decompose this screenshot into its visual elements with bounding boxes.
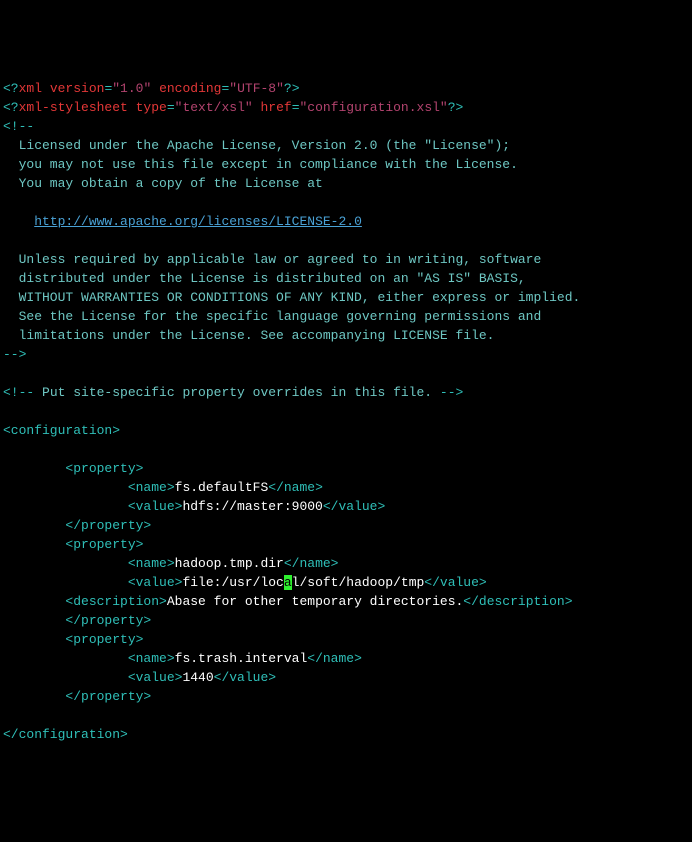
- license-line: Licensed under the Apache License, Versi…: [3, 138, 510, 153]
- pi-open: <?: [3, 100, 19, 115]
- property-close-tag: </property>: [65, 518, 151, 533]
- name-close-tag: </name>: [268, 480, 323, 495]
- indent: [3, 499, 128, 514]
- license-line: you may not use this file except in comp…: [3, 157, 518, 172]
- site-comment-body: Put site-specific property overrides in …: [34, 385, 440, 400]
- license-line: WITHOUT WARRANTIES OR CONDITIONS OF ANY …: [3, 290, 580, 305]
- license-line: limitations under the License. See accom…: [3, 328, 494, 343]
- property-open-tag: <property>: [65, 461, 143, 476]
- encoding-keyword: encoding: [151, 81, 221, 96]
- value-close-tag: </value>: [214, 670, 276, 685]
- prop-name: fs.trash.interval: [175, 651, 308, 666]
- indent: [3, 594, 65, 609]
- name-open-tag: <name>: [128, 556, 175, 571]
- indent: [3, 556, 128, 571]
- property-close-tag: </property>: [65, 689, 151, 704]
- equals: =: [167, 100, 175, 115]
- indent: [3, 480, 128, 495]
- license-line: You may obtain a copy of the License at: [3, 176, 323, 191]
- indent: [3, 689, 65, 704]
- code-editor[interactable]: <?xml version="1.0" encoding="UTF-8"?> <…: [3, 79, 689, 744]
- stylesheet-href: "configuration.xsl": [300, 100, 448, 115]
- indent: [3, 651, 128, 666]
- value-close-tag: </value>: [424, 575, 486, 590]
- property-open-tag: <property>: [65, 537, 143, 552]
- comment-close: -->: [3, 347, 26, 362]
- indent: [3, 613, 65, 628]
- xml-encoding: "UTF-8": [229, 81, 284, 96]
- stylesheet-keyword: xml-stylesheet type: [19, 100, 167, 115]
- comment-close: -->: [440, 385, 463, 400]
- name-close-tag: </name>: [284, 556, 339, 571]
- indent: [3, 518, 65, 533]
- prop-value-pre: file:/usr/loc: [182, 575, 283, 590]
- indent: [3, 537, 65, 552]
- site-comment: <!-- Put site-specific property override…: [3, 385, 463, 400]
- value-open-tag: <value>: [128, 499, 183, 514]
- value-open-tag: <value>: [128, 575, 183, 590]
- indent: [3, 575, 128, 590]
- name-open-tag: <name>: [128, 480, 175, 495]
- license-url[interactable]: http://www.apache.org/licenses/LICENSE-2…: [34, 214, 362, 229]
- stylesheet-decl-line: <?xml-stylesheet type="text/xsl" href="c…: [3, 100, 463, 115]
- href-keyword: href: [253, 100, 292, 115]
- value-close-tag: </value>: [323, 499, 385, 514]
- indent: [3, 632, 65, 647]
- prop-value: 1440: [182, 670, 213, 685]
- configuration-open-tag: <configuration>: [3, 423, 120, 438]
- prop-value: hdfs://master:9000: [182, 499, 322, 514]
- indent: [3, 670, 128, 685]
- value-open-tag: <value>: [128, 670, 183, 685]
- xml-keyword: xml version: [19, 81, 105, 96]
- xml-version: "1.0": [112, 81, 151, 96]
- description-open-tag: <description>: [65, 594, 166, 609]
- license-line: distributed under the License is distrib…: [3, 271, 526, 286]
- prop-name: hadoop.tmp.dir: [175, 556, 284, 571]
- prop-description: Abase for other temporary directories.: [167, 594, 463, 609]
- property-close-tag: </property>: [65, 613, 151, 628]
- prop-value-post: l/soft/hadoop/tmp: [292, 575, 425, 590]
- license-line: Unless required by applicable law or agr…: [3, 252, 541, 267]
- stylesheet-type: "text/xsl": [175, 100, 253, 115]
- comment-open: <!--: [3, 385, 34, 400]
- xml-decl-line: <?xml version="1.0" encoding="UTF-8"?>: [3, 81, 300, 96]
- comment-open: <!--: [3, 119, 34, 134]
- name-open-tag: <name>: [128, 651, 175, 666]
- pi-close: ?>: [448, 100, 464, 115]
- configuration-close-tag: </configuration>: [3, 727, 128, 742]
- license-url-pad: [3, 214, 34, 229]
- cursor: a: [284, 575, 292, 590]
- equals: =: [292, 100, 300, 115]
- pi-close: ?>: [284, 81, 300, 96]
- description-close-tag: </description>: [463, 594, 572, 609]
- pi-open: <?: [3, 81, 19, 96]
- prop-name: fs.defaultFS: [175, 480, 269, 495]
- indent: [3, 461, 65, 476]
- license-line: See the License for the specific languag…: [3, 309, 541, 324]
- name-close-tag: </name>: [307, 651, 362, 666]
- property-open-tag: <property>: [65, 632, 143, 647]
